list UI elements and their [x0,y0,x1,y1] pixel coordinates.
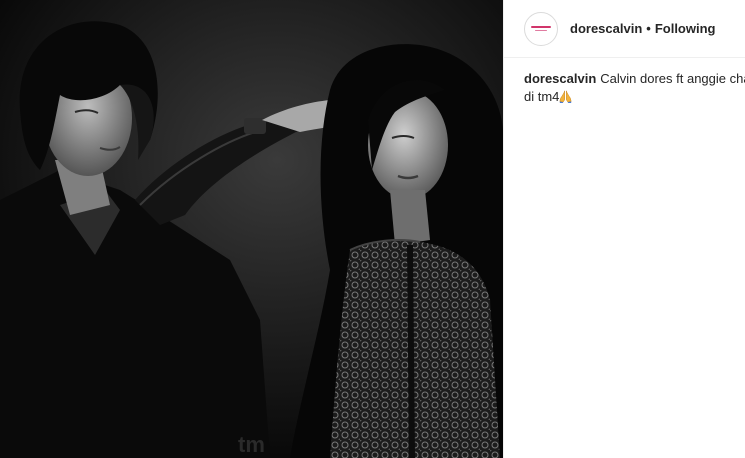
caption-text-continued: di tm4 [524,89,560,104]
avatar[interactable] [524,11,558,46]
caption-text: Calvin dores ft anggie chan jal [600,71,745,86]
photo-watermark: tm [238,432,265,457]
header-username[interactable]: dorescalvin [570,21,642,36]
post-photo-image: tm [0,0,503,458]
folded-hands-icon [559,90,572,103]
avatar-logo-line [531,26,551,28]
post-sidebar: dorescalvin • Following dorescalvin Calvi… [503,0,745,458]
post-caption: dorescalvin Calvin dores ft anggie chan j… [504,58,745,106]
post-header: dorescalvin • Following [504,0,745,58]
caption-line-2: di tm4 [524,88,745,106]
header-separator: • [646,21,651,36]
caption-line-1: dorescalvin Calvin dores ft anggie chan j… [524,70,745,88]
caption-username[interactable]: dorescalvin [524,71,596,86]
following-button[interactable]: Following [655,21,716,36]
header-names: dorescalvin • Following [570,21,715,36]
post-photo[interactable]: tm [0,0,503,458]
avatar-logo-subline [535,30,547,31]
instagram-post: tm dorescalvin • Following dorescalvin Ca… [0,0,745,458]
